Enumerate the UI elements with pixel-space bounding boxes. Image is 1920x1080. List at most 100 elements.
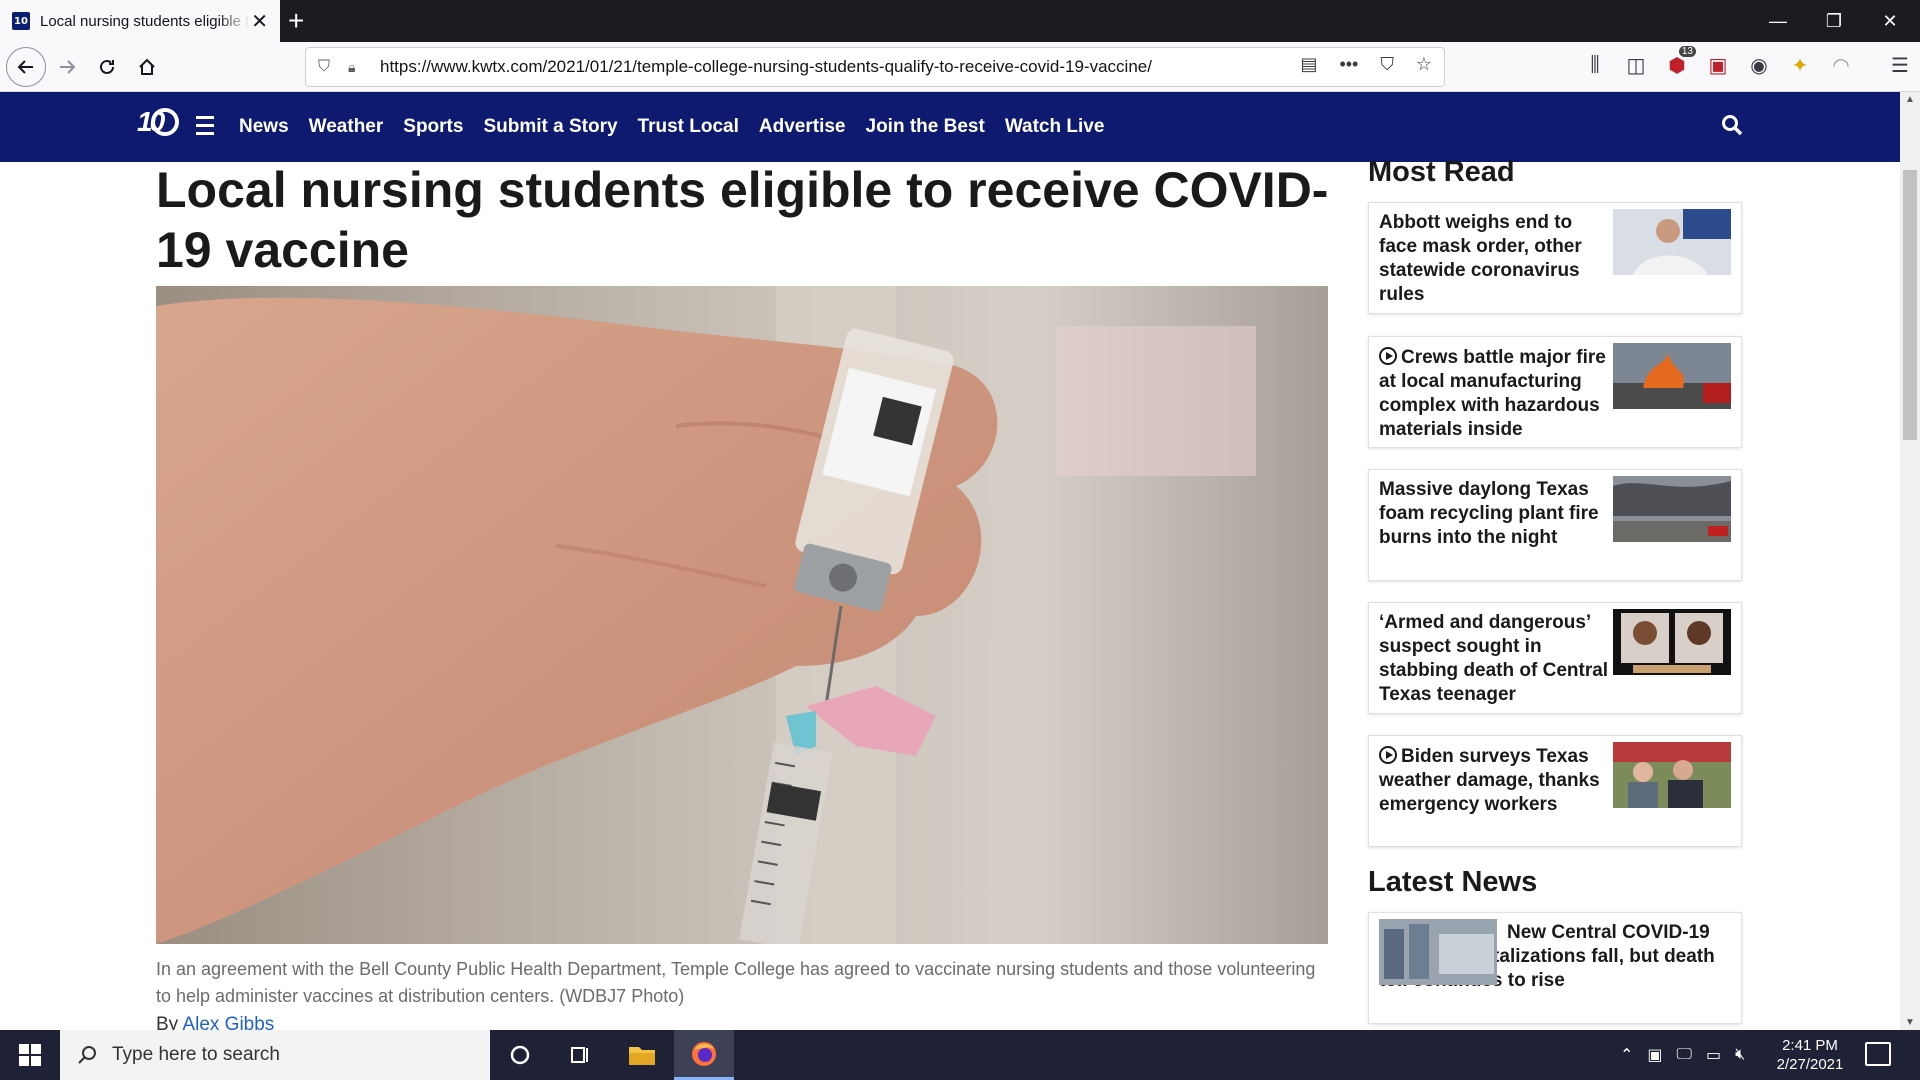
adblock-icon[interactable]: ⬢ 13 — [1666, 46, 1696, 78]
page-actions-icon[interactable]: ••• — [1339, 54, 1358, 75]
cortana-button[interactable] — [490, 1030, 550, 1080]
browser-tab-bar: 10 Local nursing students eligible to re… — [0, 0, 1920, 42]
reader-view-icon[interactable]: ▤ — [1300, 54, 1317, 75]
extension-icon[interactable]: ▣ — [1707, 52, 1729, 78]
app-menu-icon[interactable]: ☰ — [1889, 52, 1911, 78]
address-bar[interactable]: ⛉ 🔒︎ https://www.kwtx.com/2021/01/21/tem… — [305, 47, 1445, 87]
nav-sports[interactable]: Sports — [403, 116, 463, 138]
browser-tab-active[interactable]: 10 Local nursing students eligible to re… — [0, 0, 280, 42]
search-icon — [78, 1046, 96, 1064]
action-center-icon[interactable] — [1865, 1042, 1891, 1066]
firefox-icon — [692, 1041, 716, 1066]
nav-weather[interactable]: Weather — [309, 116, 384, 138]
back-button[interactable] — [6, 47, 46, 87]
article-hero-image[interactable] — [156, 286, 1328, 944]
window-close-button[interactable]: ✕ — [1862, 0, 1918, 42]
firefox-taskbar-button[interactable] — [674, 1030, 734, 1080]
pocket-icon[interactable]: ⛉ — [1380, 54, 1394, 75]
video-play-icon — [1379, 746, 1397, 764]
system-tray: ⌃ ▣ 🖵︎ ▭ 🔇︎ — [1620, 1030, 1745, 1080]
bookmark-star-icon[interactable]: ☆ — [1416, 54, 1432, 75]
taskbar-search-box[interactable]: Type here to search — [60, 1030, 490, 1080]
byline-prefix: By — [156, 1014, 179, 1030]
most-read-card[interactable]: Crews battle major fire at local manufac… — [1368, 336, 1742, 448]
network-icon[interactable]: 🖵︎ — [1677, 1046, 1692, 1064]
url-text[interactable]: https://www.kwtx.com/2021/01/21/temple-c… — [380, 57, 1152, 77]
author-link[interactable]: Alex Gibbs — [182, 1014, 274, 1030]
sidebar-icon[interactable]: ◫ — [1625, 52, 1647, 78]
thumbnail-foam-plant-fire[interactable] — [1613, 476, 1731, 542]
site-favicon-icon: 10 — [12, 12, 30, 30]
reload-button[interactable] — [90, 50, 124, 84]
tab-close-icon[interactable]: ✕ — [251, 9, 268, 34]
site-search-icon[interactable] — [1721, 114, 1743, 136]
tray-app-icon[interactable]: ▣ — [1647, 1045, 1662, 1065]
folder-icon — [629, 1047, 655, 1065]
most-read-headline[interactable]: Biden surveys Texas weather damage, than… — [1379, 746, 1600, 815]
most-read-title: Most Read — [1368, 156, 1515, 188]
nav-advertise[interactable]: Advertise — [759, 116, 846, 138]
clock-time: 2:41 PM — [1782, 1037, 1838, 1054]
most-read-headline[interactable]: Crews battle major fire at local manufac… — [1379, 347, 1606, 440]
lock-icon[interactable]: 🔒︎ — [348, 59, 368, 76]
url-actions: ▤ ••• ⛉ ☆ — [1300, 54, 1432, 75]
most-read-card[interactable]: Biden surveys Texas weather damage, than… — [1368, 735, 1742, 847]
most-read-card[interactable]: Abbott weighs end to face mask order, ot… — [1368, 202, 1742, 314]
back-arrow-icon — [17, 60, 33, 74]
start-button[interactable] — [0, 1030, 60, 1080]
windows-logo-icon — [19, 1044, 41, 1066]
clock-date: 2/27/2021 — [1776, 1056, 1844, 1073]
new-tab-button[interactable]: + — [288, 6, 304, 36]
taskbar-clock[interactable]: 2:41 PM 2/27/2021 — [1770, 1036, 1850, 1074]
scroll-down-icon[interactable]: ▼ — [1905, 1017, 1915, 1028]
nav-news[interactable]: News — [239, 116, 289, 138]
thumbnail-covid-lab[interactable] — [1379, 919, 1497, 985]
window-minimize-button[interactable]: — — [1750, 0, 1806, 42]
battery-icon[interactable]: ▭ — [1706, 1045, 1721, 1065]
most-read-headline[interactable]: ‘Armed and dangerous’ suspect sought in … — [1379, 611, 1609, 707]
site-header: 10 News Weather Sports Submit a Story Tr… — [0, 92, 1900, 162]
kwtx-logo[interactable]: 10 — [137, 106, 179, 144]
most-read-headline[interactable]: Abbott weighs end to face mask order, ot… — [1379, 211, 1609, 307]
thumbnail-fire[interactable] — [1613, 343, 1731, 409]
image-caption: In an agreement with the Bell County Pub… — [156, 959, 1316, 1006]
hamburger-menu-icon[interactable] — [196, 116, 214, 140]
most-read-headline-wrap[interactable]: Biden surveys Texas weather damage, than… — [1379, 744, 1609, 817]
page-scrollbar[interactable]: ▲ ▼ — [1900, 92, 1920, 1030]
article-headline: Local nursing students eligible to recei… — [156, 162, 1329, 278]
window-restore-button[interactable]: ❐ — [1806, 0, 1862, 42]
library-icon[interactable]: ⫼ — [1584, 52, 1606, 78]
most-read-card[interactable]: ‘Armed and dangerous’ suspect sought in … — [1368, 602, 1742, 714]
most-read-headline-wrap[interactable]: Crews battle major fire at local manufac… — [1379, 345, 1609, 442]
thumbnail-biden[interactable] — [1613, 742, 1731, 808]
tracking-shield-icon[interactable]: ⛉ — [318, 58, 338, 76]
account-icon[interactable]: ◉ — [1748, 52, 1770, 78]
browser-nav-bar: ⛉ 🔒︎ https://www.kwtx.com/2021/01/21/tem… — [0, 42, 1920, 92]
scrollbar-thumb[interactable] — [1903, 170, 1917, 440]
scroll-up-icon[interactable]: ▲ — [1905, 94, 1915, 105]
file-explorer-button[interactable] — [612, 1030, 672, 1080]
nav-submit-a-story[interactable]: Submit a Story — [483, 116, 617, 138]
cortana-circle-icon — [510, 1045, 530, 1065]
taskbar-search-placeholder: Type here to search — [112, 1044, 280, 1065]
home-button[interactable] — [130, 50, 164, 84]
logo-ring — [151, 108, 179, 136]
rainbow-extension-icon[interactable]: ◠ — [1830, 52, 1852, 78]
video-play-icon — [1379, 347, 1397, 365]
nav-trust-local[interactable]: Trust Local — [638, 116, 739, 138]
nav-join-the-best[interactable]: Join the Best — [866, 116, 985, 138]
forward-button[interactable] — [50, 50, 84, 84]
latest-news-card[interactable]: New Central COVID-19 cases, hospitalizat… — [1368, 912, 1742, 1024]
most-read-card[interactable]: Massive daylong Texas foam recycling pla… — [1368, 469, 1742, 581]
volume-muted-icon[interactable]: 🔇︎ — [1735, 1046, 1745, 1064]
nav-watch-live[interactable]: Watch Live — [1005, 116, 1105, 138]
most-read-headline[interactable]: Massive daylong Texas foam recycling pla… — [1379, 478, 1609, 550]
tray-overflow-icon[interactable]: ⌃ — [1620, 1045, 1633, 1065]
latest-news-title: Latest News — [1368, 866, 1538, 898]
thumbnail-abbott[interactable] — [1613, 209, 1731, 275]
honey-extension-icon[interactable]: ✦ — [1789, 52, 1811, 78]
task-view-button[interactable] — [550, 1030, 610, 1080]
toolbar-icons: ⫼ ◫ ⬢ 13 ▣ ◉ ✦ ◠ ☰ — [1584, 46, 1911, 78]
forward-arrow-icon — [60, 60, 76, 74]
thumbnail-suspect[interactable] — [1613, 609, 1731, 675]
